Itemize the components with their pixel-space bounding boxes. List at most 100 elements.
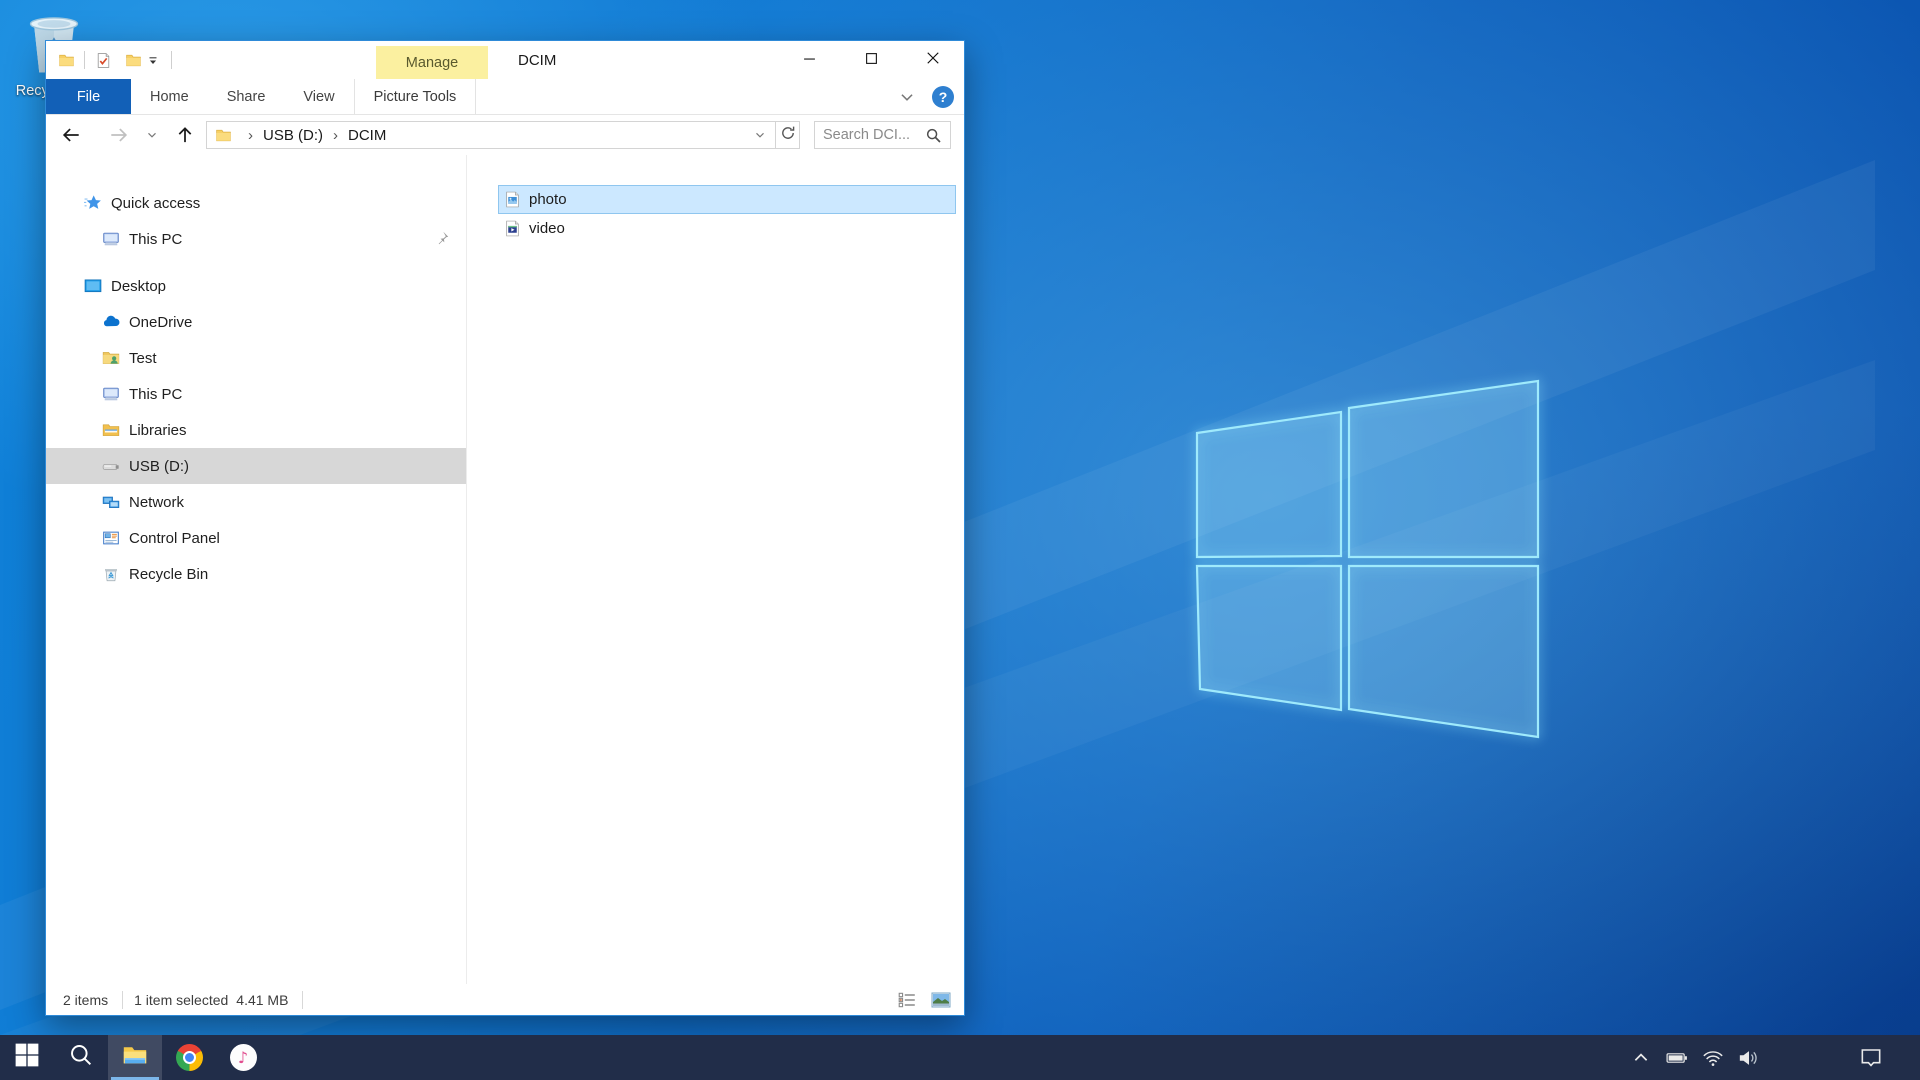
folder-icon[interactable] — [56, 50, 76, 70]
itunes-button[interactable]: ♪ — [216, 1035, 270, 1080]
sidebar-item-onedrive[interactable]: OneDrive — [46, 304, 466, 340]
sidebar-item-libraries[interactable]: Libraries — [46, 412, 466, 448]
window-title: DCIM — [518, 41, 556, 79]
close-button[interactable] — [902, 41, 964, 75]
sidebar-item-label: Network — [129, 494, 184, 511]
refresh-icon — [780, 125, 796, 146]
selection-status: 1 item selected — [134, 992, 228, 1008]
libraries-icon — [102, 421, 120, 439]
minimize-icon — [803, 52, 816, 65]
address-bar[interactable]: › USB (D:) › DCIM — [206, 121, 776, 149]
search-icon — [925, 127, 942, 144]
pin-icon — [434, 230, 452, 248]
start-icon — [14, 1042, 40, 1073]
sidebar-item-test[interactable]: Test — [46, 340, 466, 376]
back-button[interactable] — [58, 123, 84, 147]
sidebar-item-label: OneDrive — [129, 314, 192, 331]
desktop-icon — [84, 277, 102, 295]
file-item-video[interactable]: video — [498, 214, 956, 243]
monitor-icon — [102, 385, 120, 403]
control-panel-icon — [102, 529, 120, 547]
tab-share[interactable]: Share — [208, 79, 285, 114]
cloud-icon — [102, 313, 120, 331]
user-folder-icon — [102, 349, 120, 367]
sidebar-item-this-pc[interactable]: This PC — [46, 376, 466, 412]
file-list[interactable]: photo video — [467, 155, 964, 984]
sidebar-item-label: Libraries — [129, 422, 187, 439]
close-icon — [926, 51, 940, 65]
action-center-icon — [1859, 1046, 1883, 1070]
sidebar-item-usb-d[interactable]: USB (D:) — [46, 448, 466, 484]
sidebar-item-quick-access[interactable]: Quick access — [46, 185, 466, 221]
properties-check-icon[interactable] — [93, 50, 113, 70]
itunes-icon: ♪ — [230, 1044, 257, 1071]
sidebar-item-label: Test — [129, 350, 157, 367]
qat-separator — [171, 51, 172, 69]
navigation-bar: › USB (D:) › DCIM Search DCI... — [46, 115, 964, 156]
search-button[interactable] — [54, 1035, 108, 1080]
tab-picture-tools[interactable]: Picture Tools — [354, 79, 477, 114]
sidebar-list: Quick access This PC Desktop OneDrive Test Th… — [46, 155, 467, 984]
chrome-button[interactable] — [162, 1035, 216, 1080]
help-icon[interactable]: ? — [932, 86, 954, 108]
action-center-button[interactable] — [1848, 1035, 1894, 1080]
search-tb-icon — [68, 1042, 94, 1073]
video-file-icon — [504, 220, 521, 237]
taskbar: ♪ — [0, 1035, 1920, 1080]
sidebar-item-network[interactable]: Network — [46, 484, 466, 520]
search-input[interactable]: Search DCI... — [814, 121, 951, 149]
star-icon — [84, 194, 102, 212]
folder-icon[interactable] — [123, 50, 143, 70]
sidebar-item-label: This PC — [129, 386, 182, 403]
start-button[interactable] — [0, 1035, 54, 1080]
items-count: 2 items — [63, 992, 108, 1008]
tab-file[interactable]: File — [46, 79, 131, 114]
volume-icon[interactable] — [1738, 1047, 1760, 1069]
file-name: video — [529, 220, 565, 237]
folder-icon — [215, 127, 232, 144]
breadcrumb-dcim[interactable]: DCIM — [346, 127, 388, 144]
view-toggles — [897, 984, 951, 1015]
quick-access-toolbar — [56, 41, 180, 79]
manage-contextual-tab[interactable]: Manage — [376, 46, 488, 79]
tray-expand-icon[interactable] — [1630, 1047, 1652, 1069]
breadcrumb-usb-d[interactable]: USB (D:) — [261, 127, 325, 144]
network-icon — [102, 493, 120, 511]
up-button[interactable] — [172, 123, 198, 147]
explorer-window: Manage DCIM File Home Share View Picture… — [45, 40, 965, 1016]
sidebar-item-recycle-bin[interactable]: Recycle Bin — [46, 556, 466, 592]
minimize-button[interactable] — [778, 41, 840, 75]
wifi-icon[interactable] — [1702, 1047, 1724, 1069]
tab-view[interactable]: View — [284, 79, 353, 114]
breadcrumb-separator: › — [325, 127, 346, 144]
refresh-button[interactable] — [775, 121, 800, 149]
qat-separator — [84, 51, 85, 69]
battery-icon[interactable] — [1666, 1047, 1688, 1069]
selection-size: 4.41 MB — [236, 992, 288, 1008]
sidebar-item-label: This PC — [129, 231, 182, 248]
forward-button[interactable] — [106, 123, 132, 147]
ribbon-expand-chevron-icon[interactable] — [897, 87, 917, 107]
recent-locations-chevron-icon[interactable] — [144, 123, 160, 147]
qat-customize-dropdown-icon[interactable] — [143, 50, 163, 70]
maximize-button[interactable] — [840, 41, 902, 75]
breadcrumb-separator: › — [240, 127, 261, 144]
details-view-icon[interactable] — [897, 990, 917, 1010]
file-item-photo[interactable]: photo — [498, 185, 956, 214]
sidebar-item-label: USB (D:) — [129, 458, 189, 475]
image-file-icon — [504, 191, 521, 208]
sidebar-item-desktop[interactable]: Desktop — [46, 268, 466, 304]
file-explorer-button[interactable] — [108, 1035, 162, 1080]
sidebar-item-control-panel[interactable]: Control Panel — [46, 520, 466, 556]
main-area: Quick access This PC Desktop OneDrive Test Th… — [46, 155, 964, 984]
monitor-icon — [102, 230, 120, 248]
sidebar-item-label: Control Panel — [129, 530, 220, 547]
sidebar-item-this-pc[interactable]: This PC — [46, 221, 466, 257]
thumbnail-view-icon[interactable] — [931, 990, 951, 1010]
titlebar[interactable]: Manage DCIM — [46, 41, 964, 79]
tab-home[interactable]: Home — [131, 79, 208, 114]
explorer-tb-icon — [121, 1041, 149, 1074]
chrome-icon — [176, 1044, 203, 1071]
address-dropdown-chevron-icon[interactable] — [751, 129, 769, 141]
status-divider — [122, 991, 123, 1009]
